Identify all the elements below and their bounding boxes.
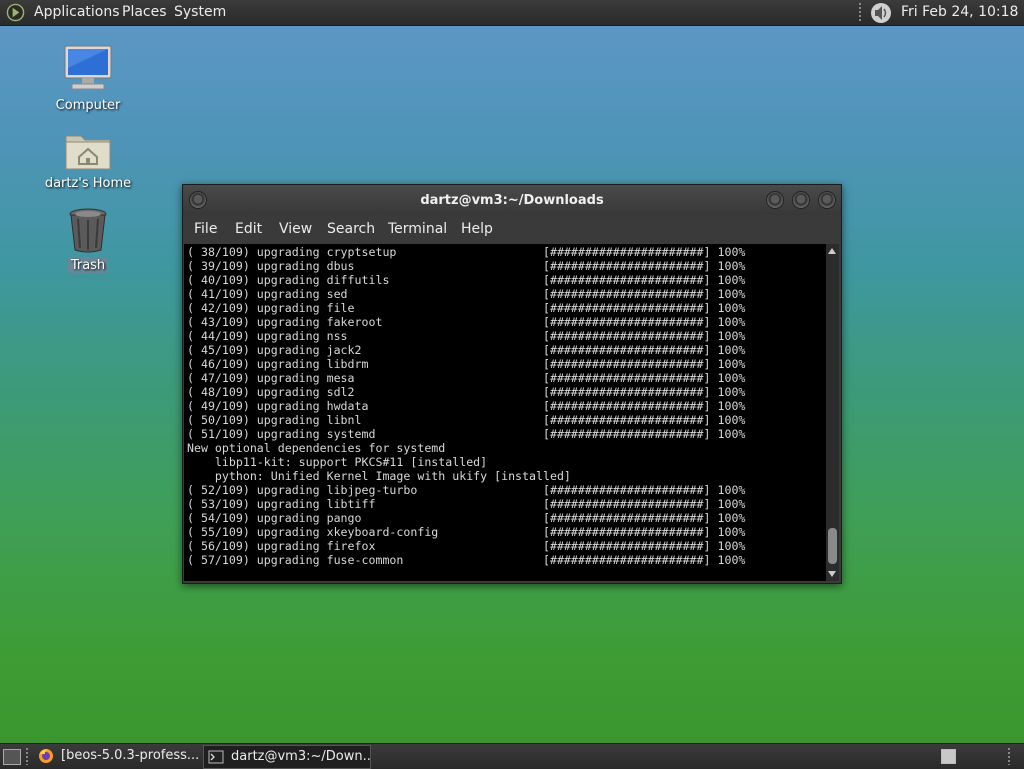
terminal-line: ( 49/109) upgrading hwdata [############…	[187, 399, 746, 413]
window-title: dartz@vm3:~/Downloads	[420, 193, 604, 208]
menu-terminal[interactable]: Terminal	[388, 221, 447, 237]
terminal-menubar: File Edit View Search Terminal Help	[183, 215, 841, 244]
terminal-line: ( 47/109) upgrading mesa [##############…	[187, 371, 746, 385]
terminal-icon	[208, 750, 224, 764]
terminal-output[interactable]: ( 38/109) upgrading cryptsetup [########…	[184, 244, 826, 581]
desktop-icon-label: dartz's Home	[44, 176, 132, 191]
terminal-line: ( 43/109) upgrading fakeroot [##########…	[187, 315, 746, 329]
terminal-line: ( 52/109) upgrading libjpeg-turbo [#####…	[187, 483, 746, 497]
show-desktop-icon[interactable]	[3, 749, 21, 765]
panel-grip	[1008, 748, 1010, 765]
bottom-panel: [beos-5.0.3-profess... dartz@vm3:~/Down.…	[0, 743, 1024, 769]
terminal-line: ( 45/109) upgrading jack2 [#############…	[187, 343, 746, 357]
terminal-line: ( 50/109) upgrading libnl [#############…	[187, 413, 746, 427]
desktop-icon-label: Computer	[55, 98, 121, 113]
terminal-line: libp11-kit: support PKCS#11 [installed]	[187, 455, 488, 469]
scroll-up-arrow-icon[interactable]	[828, 248, 836, 254]
trash-icon	[69, 208, 107, 253]
scroll-thumb[interactable]	[828, 528, 837, 564]
panel-separator	[26, 748, 28, 765]
taskbar-item-terminal[interactable]: dartz@vm3:~/Down...	[203, 745, 371, 769]
close-button[interactable]	[818, 191, 836, 209]
menu-view[interactable]: View	[279, 221, 312, 237]
computer-icon	[64, 45, 112, 90]
maximize-button[interactable]	[792, 191, 810, 209]
terminal-line: ( 51/109) upgrading systemd [###########…	[187, 427, 746, 441]
terminal-line: ( 56/109) upgrading firefox [###########…	[187, 539, 746, 553]
menu-places[interactable]: Places	[122, 4, 167, 20]
minimize-button[interactable]	[766, 191, 784, 209]
desktop-icon-label: Trash	[67, 258, 109, 273]
desktop-icon-trash[interactable]: Trash	[38, 206, 138, 273]
menu-help[interactable]: Help	[461, 221, 493, 237]
terminal-line: ( 57/109) upgrading fuse-common [#######…	[187, 553, 746, 567]
taskbar-item-label: dartz@vm3:~/Down...	[231, 749, 371, 764]
terminal-line: ( 55/109) upgrading xkeyboard-config [##…	[187, 525, 746, 539]
terminal-line: ( 41/109) upgrading sed [###############…	[187, 287, 746, 301]
terminal-line: ( 38/109) upgrading cryptsetup [########…	[187, 245, 746, 259]
terminal-line: ( 54/109) upgrading pango [#############…	[187, 511, 746, 525]
terminal-line: ( 39/109) upgrading dbus [##############…	[187, 259, 746, 273]
workspace-switcher[interactable]	[941, 749, 956, 764]
distro-logo-icon[interactable]	[6, 3, 25, 22]
terminal-line: ( 53/109) upgrading libtiff [###########…	[187, 497, 746, 511]
top-panel: Applications Places System Fri Feb 24, 1…	[0, 0, 1024, 26]
terminal-line: ( 42/109) upgrading file [##############…	[187, 301, 746, 315]
terminal-window[interactable]: dartz@vm3:~/Downloads File Edit View Sea…	[182, 184, 842, 584]
menu-edit[interactable]: Edit	[235, 221, 262, 237]
desktop-icon-computer[interactable]: Computer	[38, 44, 138, 113]
desktop-icon-home[interactable]: dartz's Home	[38, 128, 138, 191]
firefox-icon	[39, 749, 53, 763]
menu-search[interactable]: Search	[327, 221, 375, 237]
terminal-line: ( 44/109) upgrading nss [###############…	[187, 329, 746, 343]
menu-applications[interactable]: Applications	[34, 4, 120, 20]
volume-icon[interactable]	[869, 2, 893, 24]
taskbar-item-firefox[interactable]: [beos-5.0.3-profess...	[34, 745, 200, 767]
terminal-line: New optional dependencies for systemd	[187, 441, 446, 455]
home-folder-icon	[65, 135, 111, 170]
taskbar-item-label: [beos-5.0.3-profess...	[61, 748, 200, 763]
menu-file[interactable]: File	[194, 221, 217, 237]
window-titlebar[interactable]: dartz@vm3:~/Downloads	[183, 185, 841, 215]
panel-separator	[859, 3, 861, 22]
clock[interactable]: Fri Feb 24, 10:18 PM	[901, 4, 1024, 20]
terminal-scrollbar[interactable]	[826, 244, 839, 581]
terminal-line: python: Unified Kernel Image with ukify …	[187, 469, 571, 483]
terminal-line: ( 48/109) upgrading sdl2 [##############…	[187, 385, 746, 399]
scroll-down-arrow-icon[interactable]	[828, 571, 836, 577]
terminal-line: ( 46/109) upgrading libdrm [############…	[187, 357, 746, 371]
terminal-line: ( 40/109) upgrading diffutils [#########…	[187, 273, 746, 287]
menu-system[interactable]: System	[174, 4, 226, 20]
